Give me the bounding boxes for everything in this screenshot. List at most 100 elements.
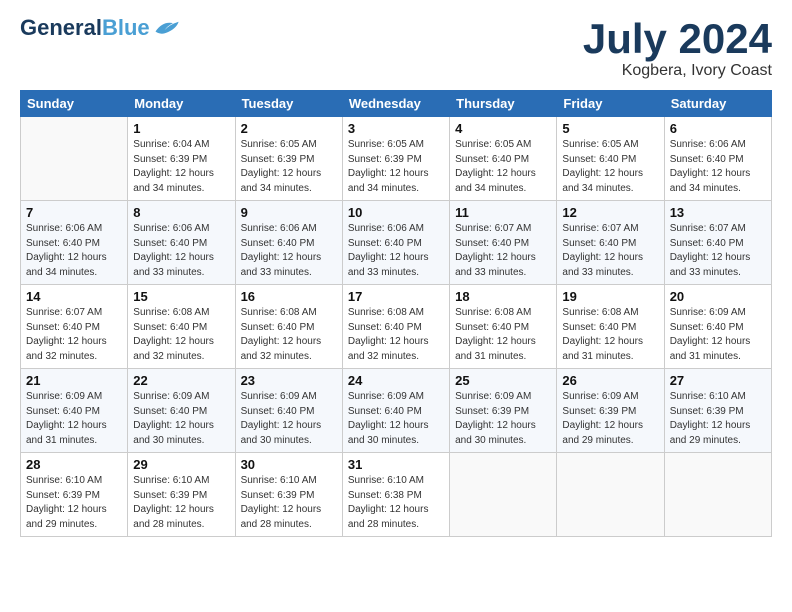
day-number: 29 xyxy=(133,457,229,472)
calendar-cell: 21 Sunrise: 6:09 AM Sunset: 6:40 PM Dayli… xyxy=(21,369,128,453)
day-info: Sunrise: 6:10 AM Sunset: 6:39 PM Dayligh… xyxy=(26,474,122,532)
day-info: Sunrise: 6:08 AM Sunset: 6:40 PM Dayligh… xyxy=(562,306,658,364)
calendar-cell xyxy=(450,453,557,537)
day-info: Sunrise: 6:07 AM Sunset: 6:40 PM Dayligh… xyxy=(670,222,766,280)
day-number: 26 xyxy=(562,373,658,388)
page: GeneralBlue July 2024 Kogbera, Ivory Coa… xyxy=(0,0,792,612)
logo-bird-icon xyxy=(152,17,180,39)
week-row-4: 28Sunrise: 6:10 AM Sunset: 6:39 PM Dayli… xyxy=(21,453,772,537)
day-number: 30 xyxy=(241,457,337,472)
calendar-cell: 31 Sunrise: 6:10 AM Sunset: 6:38 PM Dayli… xyxy=(342,453,449,537)
day-number: 10 xyxy=(348,205,444,220)
day-number: 18 xyxy=(455,289,551,304)
day-number: 6 xyxy=(670,121,766,136)
calendar-header-row: SundayMondayTuesdayWednesdayThursdayFrid… xyxy=(21,91,772,117)
day-number: 11 xyxy=(455,205,551,220)
header-tuesday: Tuesday xyxy=(235,91,342,117)
calendar-cell: 8Sunrise: 6:06 AM Sunset: 6:40 PM Daylig… xyxy=(128,201,235,285)
header-saturday: Saturday xyxy=(664,91,771,117)
day-info: Sunrise: 6:09 AM Sunset: 6:39 PM Dayligh… xyxy=(562,390,658,448)
day-number: 9 xyxy=(241,205,337,220)
calendar-cell: 7Sunrise: 6:06 AM Sunset: 6:40 PM Daylig… xyxy=(21,201,128,285)
week-row-2: 14 Sunrise: 6:07 AM Sunset: 6:40 PM Dayli… xyxy=(21,285,772,369)
day-number: 15 xyxy=(133,289,229,304)
day-info: Sunrise: 6:05 AM Sunset: 6:39 PM Dayligh… xyxy=(241,138,337,196)
day-info: Sunrise: 6:05 AM Sunset: 6:39 PM Dayligh… xyxy=(348,138,444,196)
calendar-cell: 13 Sunrise: 6:07 AM Sunset: 6:40 PM Dayli… xyxy=(664,201,771,285)
day-info: Sunrise: 6:09 AM Sunset: 6:40 PM Dayligh… xyxy=(241,390,337,448)
day-info: Sunrise: 6:09 AM Sunset: 6:40 PM Dayligh… xyxy=(670,306,766,364)
day-number: 8 xyxy=(133,205,229,220)
calendar-cell: 11Sunrise: 6:07 AM Sunset: 6:40 PM Dayli… xyxy=(450,201,557,285)
day-number: 17 xyxy=(348,289,444,304)
day-number: 31 xyxy=(348,457,444,472)
day-info: Sunrise: 6:05 AM Sunset: 6:40 PM Dayligh… xyxy=(562,138,658,196)
day-info: Sunrise: 6:08 AM Sunset: 6:40 PM Dayligh… xyxy=(455,306,551,364)
calendar-cell: 3 Sunrise: 6:05 AM Sunset: 6:39 PM Daylig… xyxy=(342,117,449,201)
day-info: Sunrise: 6:06 AM Sunset: 6:40 PM Dayligh… xyxy=(241,222,337,280)
calendar-cell: 28Sunrise: 6:10 AM Sunset: 6:39 PM Dayli… xyxy=(21,453,128,537)
calendar-cell: 2 Sunrise: 6:05 AM Sunset: 6:39 PM Daylig… xyxy=(235,117,342,201)
logo: GeneralBlue xyxy=(20,16,180,40)
day-number: 19 xyxy=(562,289,658,304)
header: GeneralBlue July 2024 Kogbera, Ivory Coa… xyxy=(20,16,772,80)
calendar-cell: 26 Sunrise: 6:09 AM Sunset: 6:39 PM Dayli… xyxy=(557,369,664,453)
week-row-3: 21 Sunrise: 6:09 AM Sunset: 6:40 PM Dayli… xyxy=(21,369,772,453)
logo-general: General xyxy=(20,15,102,40)
day-number: 24 xyxy=(348,373,444,388)
day-info: Sunrise: 6:09 AM Sunset: 6:40 PM Dayligh… xyxy=(26,390,122,448)
calendar-cell: 20 Sunrise: 6:09 AM Sunset: 6:40 PM Dayli… xyxy=(664,285,771,369)
month-title: July 2024 xyxy=(583,16,772,62)
day-number: 27 xyxy=(670,373,766,388)
calendar-cell: 29 Sunrise: 6:10 AM Sunset: 6:39 PM Dayli… xyxy=(128,453,235,537)
day-number: 25 xyxy=(455,373,551,388)
day-number: 7 xyxy=(26,205,122,220)
day-number: 12 xyxy=(562,205,658,220)
logo-blue: Blue xyxy=(102,15,150,40)
day-info: Sunrise: 6:07 AM Sunset: 6:40 PM Dayligh… xyxy=(26,306,122,364)
calendar-table: SundayMondayTuesdayWednesdayThursdayFrid… xyxy=(20,90,772,537)
day-number: 20 xyxy=(670,289,766,304)
calendar-cell xyxy=(664,453,771,537)
day-number: 5 xyxy=(562,121,658,136)
calendar-cell: 30 Sunrise: 6:10 AM Sunset: 6:39 PM Dayli… xyxy=(235,453,342,537)
day-info: Sunrise: 6:08 AM Sunset: 6:40 PM Dayligh… xyxy=(133,306,229,364)
calendar-cell: 5 Sunrise: 6:05 AM Sunset: 6:40 PM Daylig… xyxy=(557,117,664,201)
header-sunday: Sunday xyxy=(21,91,128,117)
title-section: July 2024 Kogbera, Ivory Coast xyxy=(583,16,772,80)
day-number: 4 xyxy=(455,121,551,136)
day-number: 16 xyxy=(241,289,337,304)
calendar-cell: 15 Sunrise: 6:08 AM Sunset: 6:40 PM Dayli… xyxy=(128,285,235,369)
day-number: 23 xyxy=(241,373,337,388)
calendar-cell: 19 Sunrise: 6:08 AM Sunset: 6:40 PM Dayli… xyxy=(557,285,664,369)
calendar-cell: 14 Sunrise: 6:07 AM Sunset: 6:40 PM Dayli… xyxy=(21,285,128,369)
day-info: Sunrise: 6:04 AM Sunset: 6:39 PM Dayligh… xyxy=(133,138,229,196)
calendar-cell: 27 Sunrise: 6:10 AM Sunset: 6:39 PM Dayli… xyxy=(664,369,771,453)
day-info: Sunrise: 6:10 AM Sunset: 6:39 PM Dayligh… xyxy=(241,474,337,532)
day-info: Sunrise: 6:05 AM Sunset: 6:40 PM Dayligh… xyxy=(455,138,551,196)
header-thursday: Thursday xyxy=(450,91,557,117)
calendar-cell xyxy=(557,453,664,537)
calendar-body: 1Sunrise: 6:04 AM Sunset: 6:39 PM Daylig… xyxy=(21,117,772,537)
calendar-cell: 23 Sunrise: 6:09 AM Sunset: 6:40 PM Dayli… xyxy=(235,369,342,453)
day-number: 21 xyxy=(26,373,122,388)
calendar-cell: 16 Sunrise: 6:08 AM Sunset: 6:40 PM Dayli… xyxy=(235,285,342,369)
day-info: Sunrise: 6:10 AM Sunset: 6:38 PM Dayligh… xyxy=(348,474,444,532)
calendar-cell: 22Sunrise: 6:09 AM Sunset: 6:40 PM Dayli… xyxy=(128,369,235,453)
day-info: Sunrise: 6:10 AM Sunset: 6:39 PM Dayligh… xyxy=(133,474,229,532)
header-friday: Friday xyxy=(557,91,664,117)
calendar-cell: 4 Sunrise: 6:05 AM Sunset: 6:40 PM Daylig… xyxy=(450,117,557,201)
day-number: 13 xyxy=(670,205,766,220)
calendar-cell: 12Sunrise: 6:07 AM Sunset: 6:40 PM Dayli… xyxy=(557,201,664,285)
day-info: Sunrise: 6:10 AM Sunset: 6:39 PM Dayligh… xyxy=(670,390,766,448)
calendar-cell: 9 Sunrise: 6:06 AM Sunset: 6:40 PM Daylig… xyxy=(235,201,342,285)
day-number: 14 xyxy=(26,289,122,304)
header-wednesday: Wednesday xyxy=(342,91,449,117)
calendar-cell xyxy=(21,117,128,201)
week-row-0: 1Sunrise: 6:04 AM Sunset: 6:39 PM Daylig… xyxy=(21,117,772,201)
day-info: Sunrise: 6:08 AM Sunset: 6:40 PM Dayligh… xyxy=(241,306,337,364)
day-info: Sunrise: 6:09 AM Sunset: 6:40 PM Dayligh… xyxy=(348,390,444,448)
day-number: 3 xyxy=(348,121,444,136)
day-number: 2 xyxy=(241,121,337,136)
day-info: Sunrise: 6:06 AM Sunset: 6:40 PM Dayligh… xyxy=(348,222,444,280)
